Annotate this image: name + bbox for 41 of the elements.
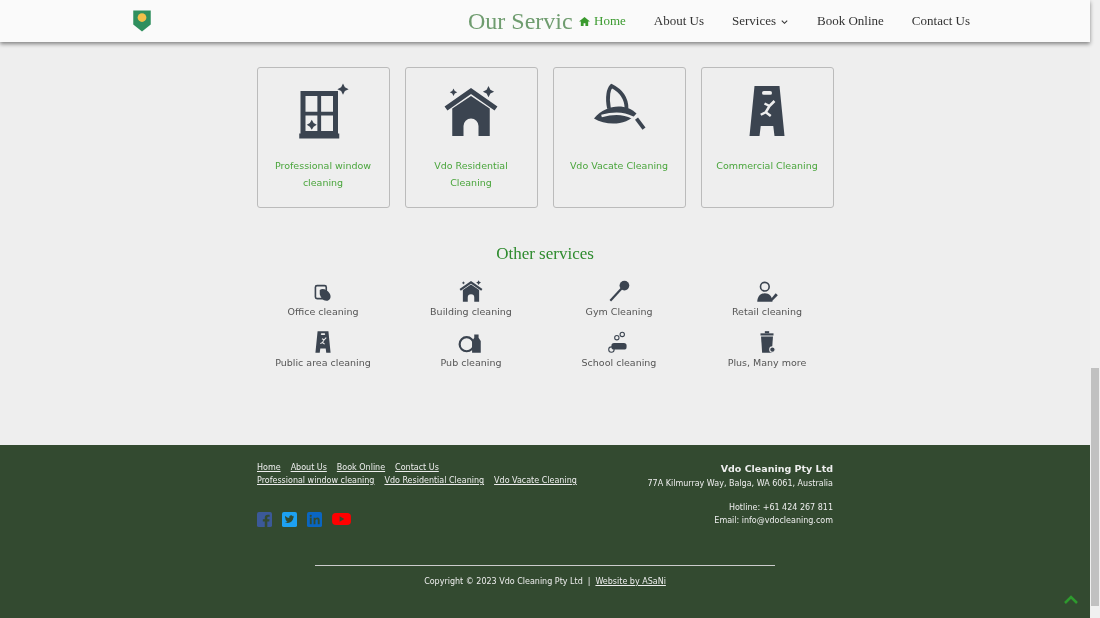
linkedin-icon[interactable] (307, 511, 322, 527)
copyright-text: Copyright © 2023 Vdo Cleaning Pty Ltd (424, 577, 583, 586)
footer-link[interactable]: Vdo Vacate Cleaning (494, 476, 577, 485)
service-label: Vdo Residential Cleaning (433, 159, 509, 190)
footer-link[interactable]: Vdo Residential Cleaning (384, 476, 485, 485)
nav-link[interactable]: Services (732, 9, 790, 33)
facebook-icon[interactable] (257, 511, 272, 527)
separator-text: | (587, 577, 591, 586)
nav-link[interactable]: Contact Us (911, 9, 970, 33)
footer-link[interactable]: About Us (290, 463, 327, 472)
footer-link[interactable]: Book Online (336, 463, 386, 472)
nav-link[interactable]: Home (579, 9, 626, 33)
service-label: School cleaning (581, 357, 657, 368)
footer-link[interactable]: Home (257, 463, 281, 472)
twitter-icon[interactable] (282, 511, 297, 527)
service-label: Retail cleaning (731, 306, 803, 317)
service-label: Commercial Cleaning (715, 159, 819, 173)
chevron-up-icon[interactable] (1064, 595, 1078, 604)
section-heading: Other services (496, 244, 594, 264)
service-label: Public area cleaning (275, 357, 371, 368)
nav-link[interactable]: Book Online (817, 9, 884, 33)
footer-link[interactable]: Professional window cleaning (257, 476, 375, 485)
email-text: Email: info@vdocleaning.com (713, 516, 833, 525)
address-text: 77A Kilmurray Way, Balga, WA 6061, Australia (647, 479, 833, 488)
section-heading: Our Servic (468, 7, 573, 36)
service-label: Gym Cleaning (585, 306, 653, 317)
scrollbar-thumb[interactable] (1091, 368, 1099, 606)
nav-link[interactable]: About Us (653, 9, 704, 33)
service-label: Plus, Many more (727, 357, 807, 368)
service-label: Vdo Vacate Cleaning (568, 159, 670, 173)
service-label: Pub cleaning (440, 357, 502, 368)
footer-link[interactable]: Contact Us (395, 463, 439, 472)
house-icon (458, 278, 484, 304)
service-label: Office cleaning (287, 306, 359, 317)
service-label: Professional window cleaning (273, 159, 373, 190)
hotline-text: Hotline: +61 424 267 811 (727, 503, 833, 512)
service-label: Building cleaning (430, 306, 512, 317)
credit-link[interactable]: Website by ASaNi (595, 577, 666, 586)
youtube-icon[interactable] (332, 511, 351, 527)
company-name: Vdo Cleaning Pty Ltd (719, 463, 833, 474)
home-icon (579, 15, 590, 27)
